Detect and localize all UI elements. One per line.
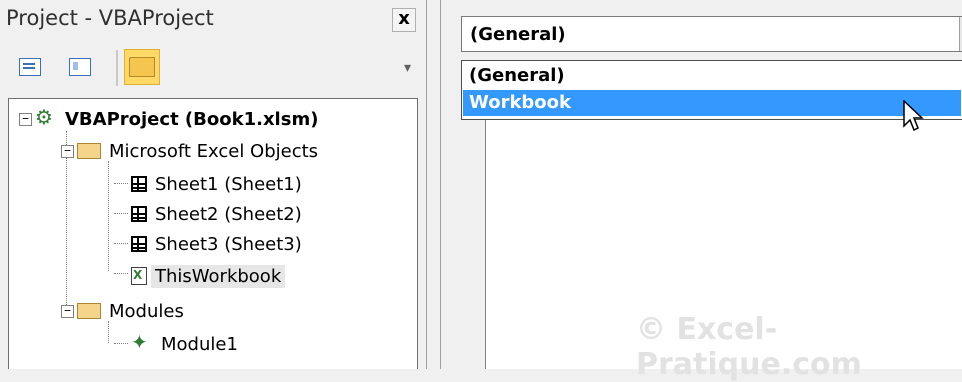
tree-connector bbox=[114, 343, 128, 344]
project-tree: − VBAProject (Book1.xlsm) − Microsoft Ex… bbox=[8, 98, 418, 369]
object-dropdown-list: (General) Workbook bbox=[461, 60, 962, 120]
project-explorer-pane: Project - VBAProject x ▾ − VBAProject (B… bbox=[0, 0, 427, 369]
view-object-icon bbox=[69, 58, 91, 76]
view-object-button[interactable] bbox=[62, 49, 98, 85]
tree-connector bbox=[114, 273, 128, 274]
tree-connector bbox=[108, 161, 109, 271]
view-code-icon bbox=[19, 58, 41, 76]
collapse-project-toggle[interactable]: − bbox=[19, 113, 32, 126]
module-icon bbox=[131, 330, 153, 354]
code-editor[interactable]: © Excel-Pratique.com bbox=[486, 120, 962, 382]
object-dropdown-value: (General) bbox=[470, 24, 566, 45]
folder-icon bbox=[129, 57, 155, 77]
tree-node-thisworkbook[interactable]: ThisWorkbook bbox=[131, 261, 286, 291]
workbook-icon bbox=[131, 267, 147, 285]
watermark: © Excel-Pratique.com bbox=[636, 312, 862, 382]
tree-connector bbox=[114, 213, 128, 214]
worksheet-icon bbox=[131, 236, 147, 252]
tree-node-excel-objects[interactable]: Microsoft Excel Objects bbox=[77, 136, 322, 166]
tree-node-sheet3[interactable]: Sheet3 (Sheet3) bbox=[131, 229, 306, 259]
folder-icon bbox=[77, 303, 101, 319]
view-code-button[interactable] bbox=[12, 49, 48, 85]
object-dropdown[interactable]: (General) bbox=[461, 16, 962, 52]
worksheet-icon bbox=[131, 176, 147, 192]
collapse-modules-toggle[interactable]: − bbox=[61, 305, 74, 318]
tree-node-sheet2[interactable]: Sheet2 (Sheet2) bbox=[131, 199, 306, 229]
close-button[interactable]: x bbox=[392, 8, 416, 32]
project-explorer-title: Project - VBAProject bbox=[6, 6, 214, 30]
tree-node-module1[interactable]: Module1 bbox=[131, 329, 242, 359]
toggle-folders-button[interactable] bbox=[124, 49, 160, 85]
toolbar-overflow-icon[interactable]: ▾ bbox=[404, 60, 418, 88]
project-explorer-toolbar: ▾ bbox=[0, 42, 426, 96]
toolbar-separator bbox=[116, 50, 118, 86]
code-margin bbox=[461, 120, 486, 369]
tree-connector bbox=[66, 131, 67, 311]
tree-connector bbox=[114, 243, 128, 244]
tree-connector bbox=[114, 183, 128, 184]
collapse-excel-objects-toggle[interactable]: − bbox=[61, 145, 74, 158]
tree-node-sheet1[interactable]: Sheet1 (Sheet1) bbox=[131, 169, 306, 199]
tree-node-modules[interactable]: Modules bbox=[77, 296, 188, 326]
tree-node-project[interactable]: VBAProject (Book1.xlsm) bbox=[35, 104, 322, 134]
project-icon bbox=[35, 105, 57, 129]
dropdown-option-general[interactable]: (General) bbox=[463, 63, 961, 89]
project-explorer-titlebar: Project - VBAProject x bbox=[0, 0, 426, 42]
folder-icon bbox=[77, 143, 101, 159]
dropdown-option-workbook[interactable]: Workbook bbox=[463, 90, 961, 116]
code-window: (General) (General) Workbook © Excel-Pra… bbox=[440, 0, 962, 382]
worksheet-icon bbox=[131, 206, 147, 222]
